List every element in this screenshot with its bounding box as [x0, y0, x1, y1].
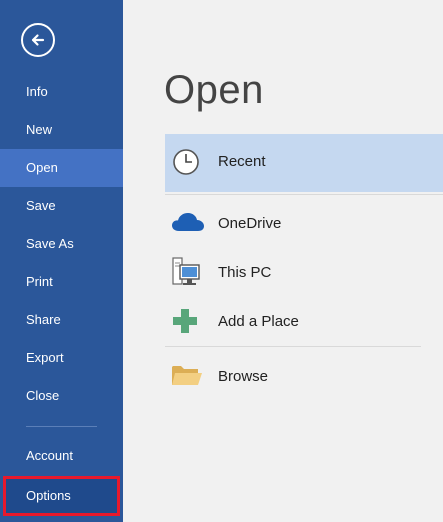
clock-icon [171, 147, 201, 182]
place-onedrive[interactable]: OneDrive [165, 198, 443, 248]
page-title: Open [164, 68, 264, 112]
place-this-pc[interactable]: This PC [165, 247, 443, 297]
nav-item-new[interactable]: New [0, 111, 123, 149]
place-label: Recent [218, 153, 266, 170]
separator [165, 194, 443, 195]
back-button[interactable] [21, 23, 55, 57]
place-add-a-place[interactable]: Add a Place [165, 296, 443, 346]
place-recent[interactable]: Recent [165, 134, 443, 192]
nav-item-print[interactable]: Print [0, 263, 123, 301]
nav-item-open[interactable]: Open [0, 149, 123, 187]
place-browse[interactable]: Browse [165, 351, 443, 401]
separator [165, 346, 421, 347]
backstage-view: Info New Open Save Save As Print Share E… [0, 0, 443, 522]
plus-icon [171, 307, 199, 340]
place-label: Add a Place [218, 313, 299, 330]
nav-item-save[interactable]: Save [0, 187, 123, 225]
nav-item-export[interactable]: Export [0, 339, 123, 377]
nav-item-share[interactable]: Share [0, 301, 123, 339]
cloud-icon [171, 210, 205, 239]
place-label: OneDrive [218, 215, 282, 232]
nav-item-account[interactable]: Account [0, 437, 123, 475]
nav-item-options[interactable]: Options [3, 476, 120, 516]
folder-icon [171, 363, 203, 392]
computer-icon [171, 256, 201, 293]
nav-item-info[interactable]: Info [0, 73, 123, 111]
nav-item-close[interactable]: Close [0, 377, 123, 415]
backstage-sidebar: Info New Open Save Save As Print Share E… [0, 0, 123, 522]
nav-divider [26, 426, 97, 427]
place-label: Browse [218, 368, 269, 385]
back-arrow-icon [31, 34, 45, 46]
place-label: This PC [218, 264, 272, 281]
nav-item-save-as[interactable]: Save As [0, 225, 123, 263]
